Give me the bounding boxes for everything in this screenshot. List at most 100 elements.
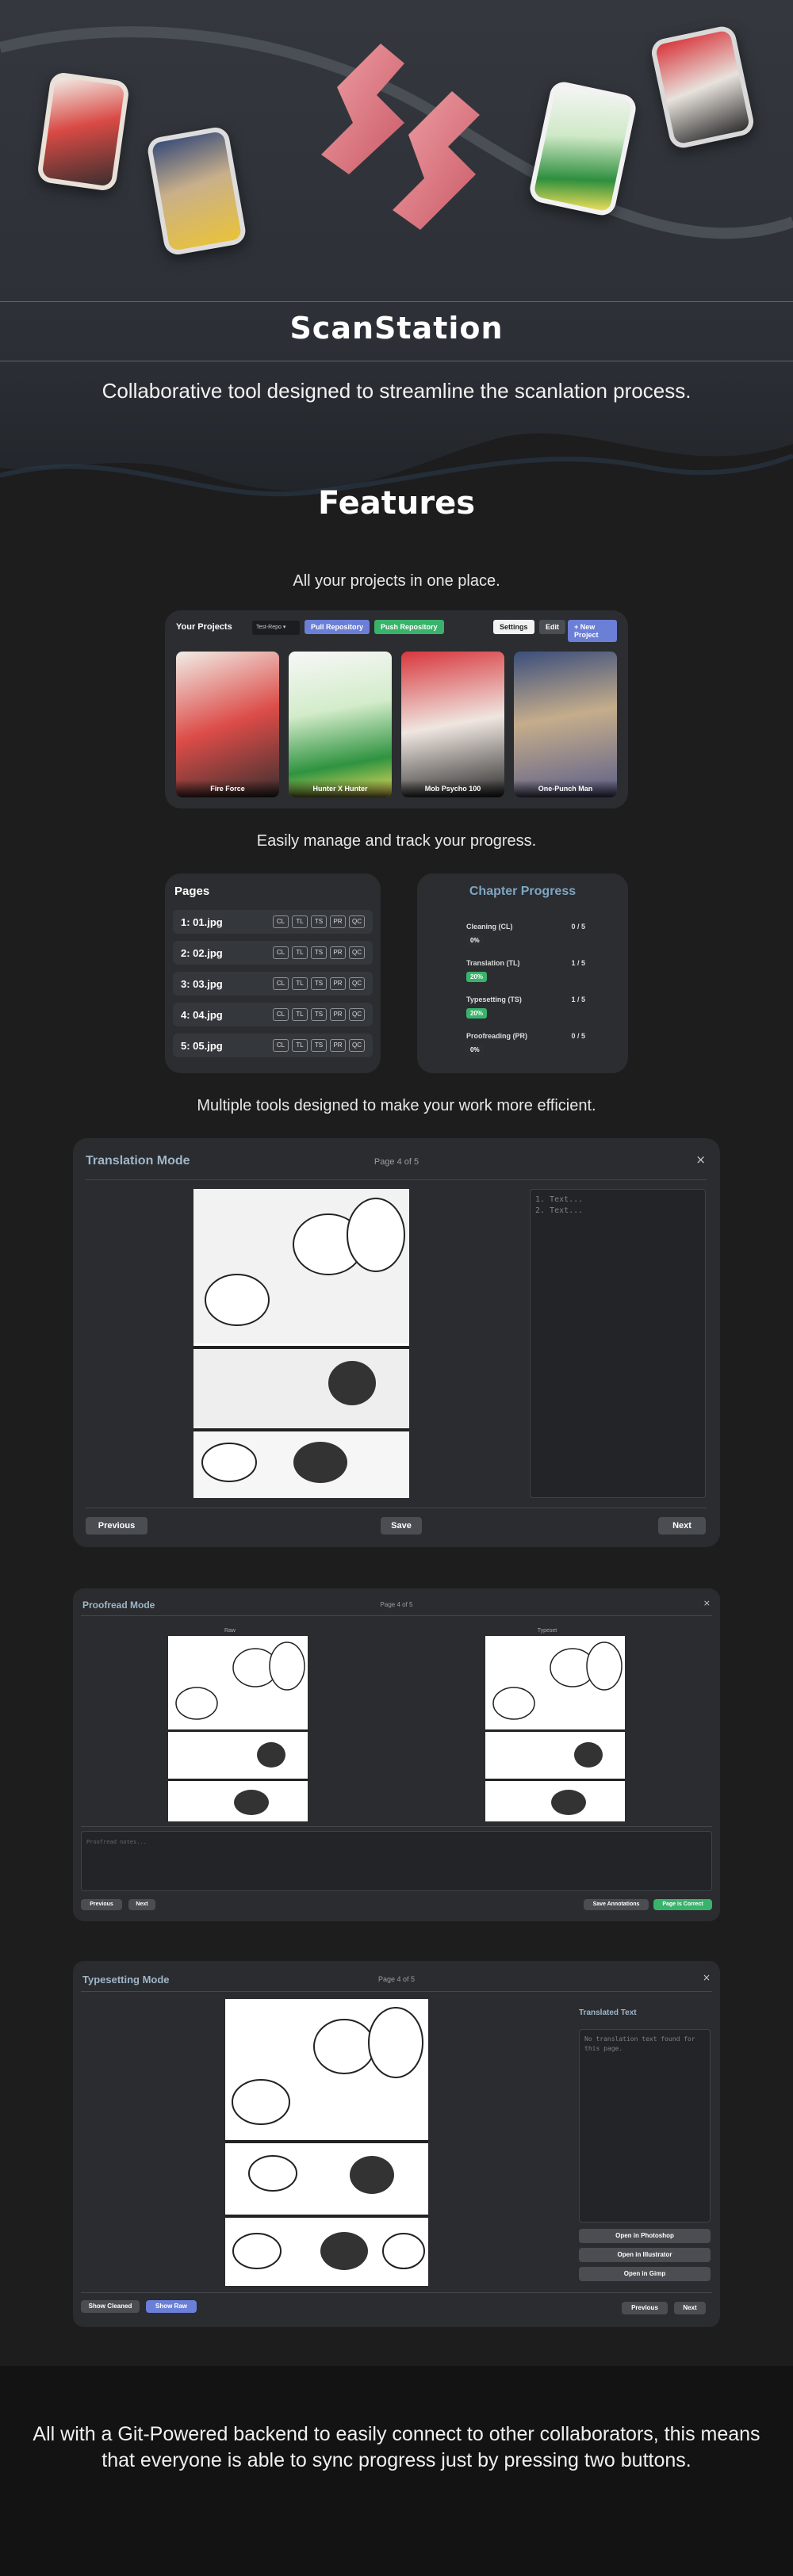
footer-text: All with a Git-Powered backend to easily… <box>33 2423 760 2471</box>
proofread-mode-window: Proofread Mode Page 4 of 5 × Raw Typeset… <box>73 1588 720 1921</box>
translated-text-textarea[interactable]: No translation text found for this page. <box>579 2029 711 2222</box>
raw-page-preview <box>168 1636 308 1821</box>
page-row[interactable]: 1: 01.jpg CL TL TS PR QC <box>173 910 373 934</box>
close-icon[interactable]: × <box>695 1152 706 1167</box>
stage-toggle-tl[interactable]: TL <box>292 1039 308 1052</box>
open-in-illustrator-button[interactable]: Open in Illustrator <box>579 2248 711 2262</box>
repo-select[interactable]: Test-Repo ▾ <box>252 621 300 635</box>
stage-toggle-qc[interactable]: QC <box>349 1008 365 1021</box>
progress-label: Proofreading (PR) <box>466 1032 528 1040</box>
next-button[interactable]: Next <box>674 2302 706 2314</box>
next-button[interactable]: Next <box>658 1517 706 1535</box>
project-card-one-punch-man[interactable]: One-Punch Man <box>514 652 617 797</box>
save-annotations-button[interactable]: Save Annotations <box>584 1899 649 1910</box>
pull-repository-button[interactable]: Pull Repository <box>305 620 370 634</box>
show-raw-button[interactable]: Show Raw <box>146 2300 197 2313</box>
previous-button[interactable]: Previous <box>86 1517 147 1535</box>
stage-toggle-qc[interactable]: QC <box>349 946 365 959</box>
progress-item: Translation (TL) 1 / 5 20% <box>466 959 585 982</box>
stage-toggle-ts[interactable]: TS <box>311 1008 327 1021</box>
manga-page-art <box>193 1189 409 1498</box>
stage-toggle-cl[interactable]: CL <box>273 915 289 928</box>
stage-toggle-cl[interactable]: CL <box>273 1008 289 1021</box>
divider <box>81 1826 712 1827</box>
raw-label: Raw <box>224 1628 236 1634</box>
stage-toggle-qc[interactable]: QC <box>349 1039 365 1052</box>
close-icon[interactable]: × <box>703 1598 711 1608</box>
page-row-tags: CL TL TS PR QC <box>273 915 365 928</box>
stage-toggle-qc[interactable]: QC <box>349 977 365 990</box>
stage-toggle-tl[interactable]: TL <box>292 1008 308 1021</box>
page-indicator: Page 4 of 5 <box>374 1157 419 1167</box>
progress-item: Proofreading (PR) 0 / 5 0% <box>466 1032 585 1055</box>
caption-progress: Easily manage and track your progress. <box>256 832 537 850</box>
close-icon[interactable]: × <box>703 1972 711 1983</box>
page-row-tags: CL TL TS PR QC <box>273 1039 365 1052</box>
previous-button[interactable]: Previous <box>622 2302 668 2314</box>
stage-toggle-pr[interactable]: PR <box>330 977 346 990</box>
stage-toggle-tl[interactable]: TL <box>292 946 308 959</box>
settings-button[interactable]: Settings <box>493 620 534 634</box>
stage-toggle-tl[interactable]: TL <box>292 977 308 990</box>
stage-toggle-pr[interactable]: PR <box>330 915 346 928</box>
stage-toggle-ts[interactable]: TS <box>311 977 327 990</box>
page-row[interactable]: 3: 03.jpg CL TL TS PR QC <box>173 972 373 996</box>
translation-mode-window: Translation Mode Page 4 of 5 × 1. Text..… <box>73 1138 720 1547</box>
page-row[interactable]: 5: 05.jpg CL TL TS PR QC <box>173 1034 373 1057</box>
push-repository-button[interactable]: Push Repository <box>374 620 444 634</box>
stage-toggle-qc[interactable]: QC <box>349 915 365 928</box>
save-button[interactable]: Save <box>381 1517 422 1535</box>
page-indicator: Page 4 of 5 <box>380 1601 413 1608</box>
page-indicator: Page 4 of 5 <box>377 1975 416 1983</box>
stage-toggle-pr[interactable]: PR <box>330 1039 346 1052</box>
stage-toggle-cl[interactable]: CL <box>273 946 289 959</box>
project-card-fire-force[interactable]: Fire Force <box>176 652 279 797</box>
proofread-notes-textarea[interactable]: Proofread notes... <box>81 1831 712 1891</box>
progress-count: 0 / 5 <box>571 1032 585 1040</box>
show-cleaned-button[interactable]: Show Cleaned <box>81 2300 140 2313</box>
typesetting-mode-window: Typesetting Mode Page 4 of 5 × Translate… <box>73 1961 720 2327</box>
stage-toggle-cl[interactable]: CL <box>273 977 289 990</box>
chapter-progress-title: Chapter Progress <box>469 885 577 898</box>
divider <box>81 1615 712 1616</box>
open-in-photoshop-button[interactable]: Open in Photoshop <box>579 2229 711 2243</box>
features-heading: Features <box>317 485 476 522</box>
caption-tools: Multiple tools designed to make your wor… <box>197 1097 596 1114</box>
divider <box>81 1991 712 1992</box>
project-card-mob-psycho-100[interactable]: Mob Psycho 100 <box>401 652 504 797</box>
page-row-name: 1: 01.jpg <box>181 916 223 928</box>
app-subtitle: Collaborative tool designed to streamlin… <box>102 379 691 403</box>
page-row-tags: CL TL TS PR QC <box>273 946 365 959</box>
progress-label: Cleaning (CL) <box>466 923 513 931</box>
project-card-hunter-x-hunter[interactable]: Hunter X Hunter <box>289 652 392 797</box>
progress-label: Translation (TL) <box>466 959 520 967</box>
progress-count: 1 / 5 <box>571 996 585 1003</box>
page-row[interactable]: 2: 02.jpg CL TL TS PR QC <box>173 941 373 965</box>
new-project-button[interactable]: + New Project <box>568 620 617 642</box>
manga-page-art <box>225 2007 428 2270</box>
divider <box>86 1179 707 1180</box>
progress-percent-badge: 20% <box>466 972 488 982</box>
page-row[interactable]: 4: 04.jpg CL TL TS PR QC <box>173 1003 373 1026</box>
stage-toggle-ts[interactable]: TS <box>311 946 327 959</box>
edit-button[interactable]: Edit <box>539 620 565 634</box>
stage-toggle-pr[interactable]: PR <box>330 1008 346 1021</box>
pages-panel: Pages 1: 01.jpg CL TL TS PR QC 2: 02.jpg CL TL TS… <box>165 873 381 1073</box>
typeset-page-preview <box>485 1636 625 1821</box>
next-button[interactable]: Next <box>128 1899 155 1910</box>
previous-button[interactable]: Previous <box>81 1899 122 1910</box>
progress-label: Typesetting (TS) <box>466 996 522 1003</box>
typeset-label: Typeset <box>537 1628 557 1634</box>
stage-toggle-cl[interactable]: CL <box>273 1039 289 1052</box>
translation-textarea[interactable]: 1. Text... 2. Text... <box>530 1189 706 1498</box>
page-row-name: 4: 04.jpg <box>181 1009 223 1021</box>
stage-toggle-ts[interactable]: TS <box>311 915 327 928</box>
stage-toggle-ts[interactable]: TS <box>311 1039 327 1052</box>
open-in-gimp-button[interactable]: Open in Gimp <box>579 2267 711 2281</box>
stage-toggle-pr[interactable]: PR <box>330 946 346 959</box>
stage-toggle-tl[interactable]: TL <box>292 915 308 928</box>
manga-page-art <box>168 1642 308 1815</box>
projects-header: Your Projects Test-Repo ▾ Pull Repositor… <box>176 620 617 642</box>
page-is-correct-button[interactable]: Page is Correct <box>653 1899 712 1910</box>
page-row-name: 2: 02.jpg <box>181 947 223 959</box>
